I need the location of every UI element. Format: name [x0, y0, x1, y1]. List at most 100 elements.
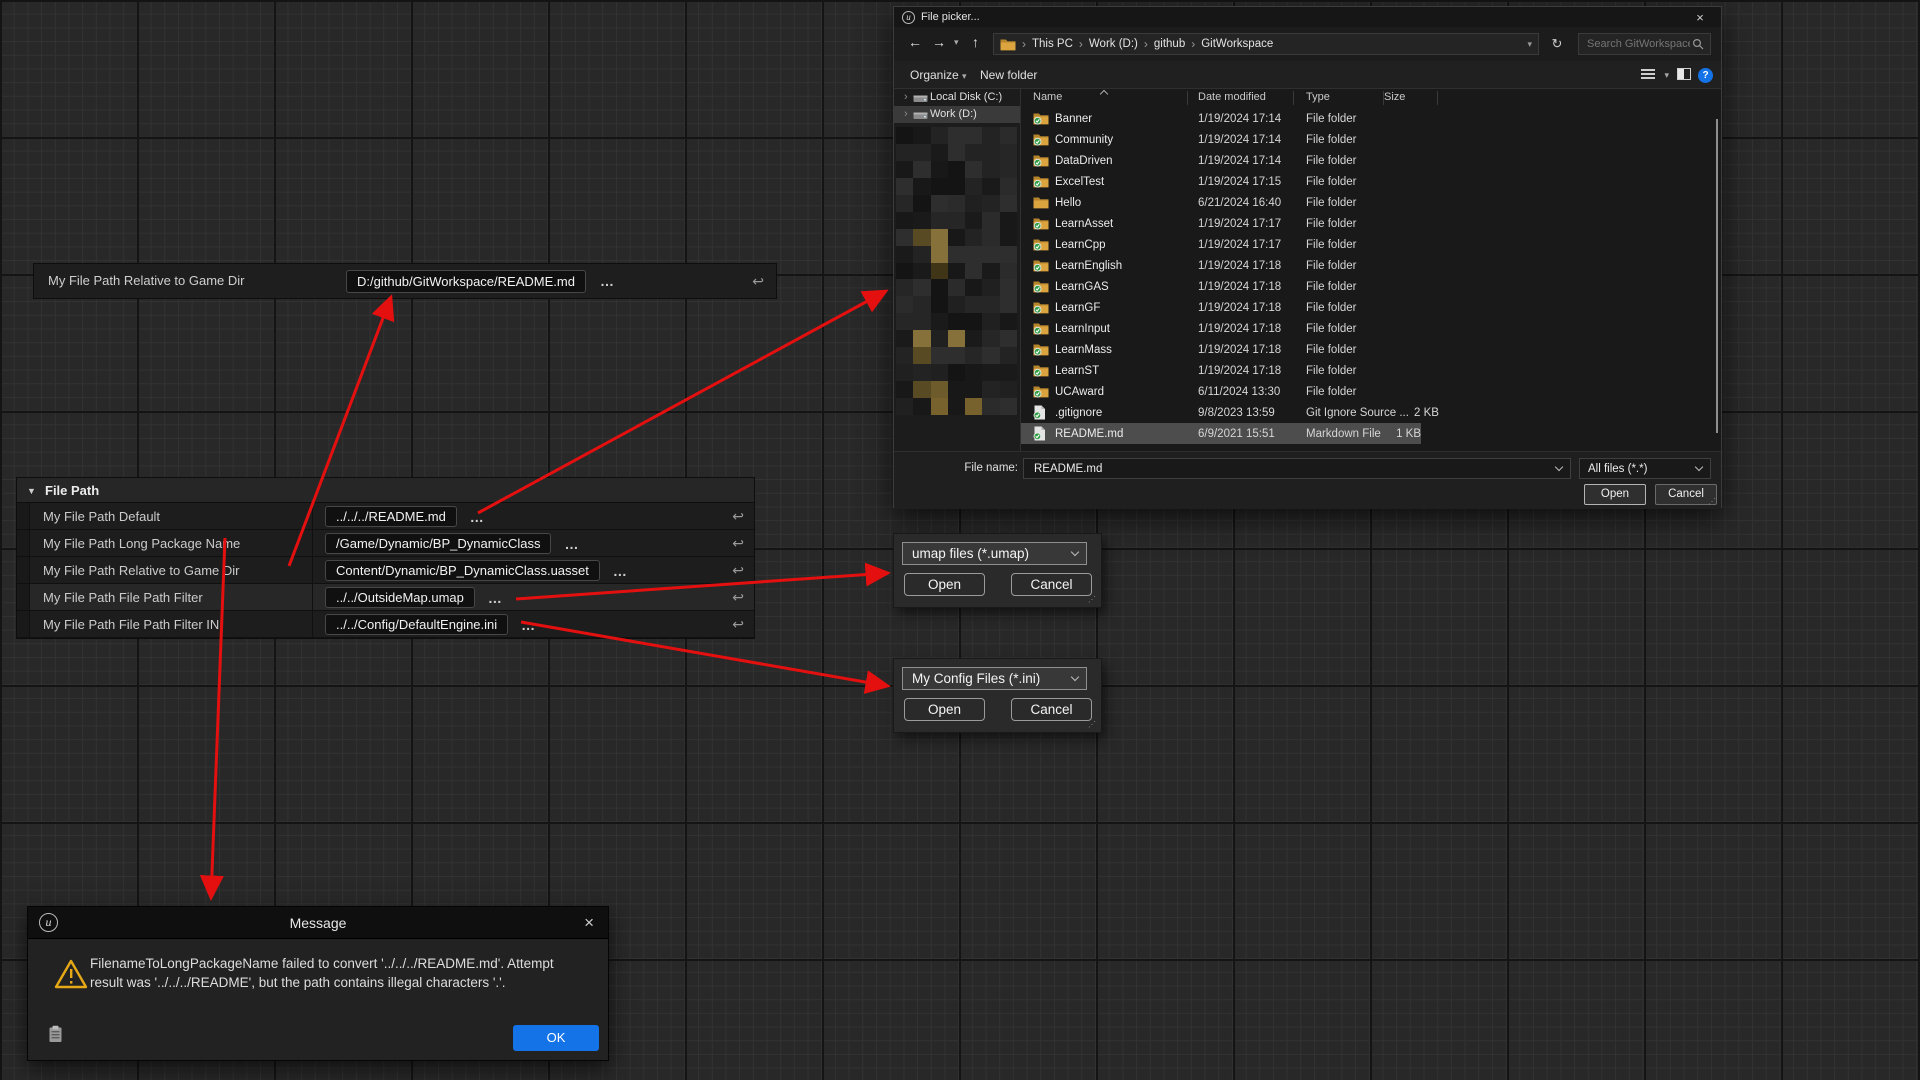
file-type-filter-dropdown[interactable]: umap files (*.umap)	[902, 542, 1087, 565]
property-value-field[interactable]: ../../Config/DefaultEngine.ini	[325, 614, 508, 635]
column-header-name[interactable]: Name	[1033, 91, 1062, 103]
property-row[interactable]: My File Path Relative to Game DirContent…	[17, 557, 754, 584]
scrollbar[interactable]	[1716, 119, 1718, 433]
column-divider[interactable]	[1187, 91, 1188, 105]
close-icon[interactable]: ×	[1687, 10, 1713, 25]
resize-grip-icon[interactable]: ⋰	[1088, 595, 1098, 605]
search-input[interactable]	[1585, 37, 1692, 51]
property-value-field[interactable]: ../../OutsideMap.umap	[325, 587, 475, 608]
open-button[interactable]: Open	[904, 698, 985, 721]
property-value-field[interactable]: /Game/Dynamic/BP_DynamicClass	[325, 533, 551, 554]
up-icon[interactable]: ↑	[972, 34, 979, 50]
reset-to-default-icon[interactable]: ↩	[752, 264, 764, 298]
file-row[interactable]: LearnAsset1/19/2024 17:17File folder	[1021, 213, 1421, 234]
file-row[interactable]: Banner1/19/2024 17:14File folder	[1021, 108, 1421, 129]
help-icon[interactable]: ?	[1698, 67, 1713, 83]
file-row[interactable]: .gitignore9/8/2023 13:59Git Ignore Sourc…	[1021, 402, 1421, 423]
breadcrumb-item[interactable]: This PC	[1032, 38, 1073, 50]
search-box[interactable]	[1578, 33, 1711, 55]
file-type-filter-combo[interactable]: All files (*.*)	[1579, 458, 1711, 479]
property-value-field[interactable]: Content/Dynamic/BP_DynamicClass.uasset	[325, 560, 600, 581]
property-row[interactable]: My File Path Long Package Name/Game/Dyna…	[17, 530, 754, 557]
property-row[interactable]: My File Path Default../../../README.md…↩	[17, 503, 754, 530]
file-picker-titlebar[interactable]: u File picker... ×	[894, 7, 1721, 27]
message-titlebar[interactable]: u Message ×	[28, 907, 608, 939]
file-row[interactable]: LearnInput1/19/2024 17:18File folder	[1021, 318, 1421, 339]
property-row-floating[interactable]: My File Path Relative to Game Dir D:/git…	[33, 263, 777, 299]
expander-icon[interactable]: ▼	[27, 478, 36, 504]
back-icon[interactable]: ←	[908, 34, 922, 50]
column-header-date[interactable]: Date modified	[1198, 91, 1266, 103]
organize-menu[interactable]: Organize ▾	[910, 61, 967, 90]
browse-ellipsis-button[interactable]: …	[521, 617, 536, 633]
folder-icon	[1033, 196, 1049, 209]
cancel-button[interactable]: Cancel	[1011, 573, 1092, 596]
file-row[interactable]: LearnGF1/19/2024 17:18File folder	[1021, 297, 1421, 318]
property-row[interactable]: My File Path File Path Filter INI../../C…	[17, 611, 754, 638]
reset-to-default-icon[interactable]: ↩	[732, 557, 744, 584]
tree-expand-icon[interactable]: ›	[904, 106, 908, 123]
property-value-field[interactable]: ../../../README.md	[325, 506, 457, 527]
file-date: 1/19/2024 17:15	[1198, 176, 1306, 188]
category-header-file-path[interactable]: ▼ File Path	[17, 477, 754, 503]
forward-icon[interactable]: →	[932, 34, 946, 50]
browse-ellipsis-button[interactable]: …	[488, 590, 503, 606]
column-header-type[interactable]: Type	[1306, 91, 1330, 103]
browse-ellipsis-button[interactable]: …	[470, 509, 485, 525]
breadcrumb[interactable]: ›This PC›Work (D:)›github›GitWorkspace▾	[993, 33, 1539, 55]
property-value-field[interactable]: D:/github/GitWorkspace/README.md	[346, 270, 586, 293]
browse-ellipsis-button[interactable]: …	[600, 273, 615, 289]
folder-tree-sidebar[interactable]: ›Local Disk (C:)›Work (D:)	[894, 89, 1021, 457]
breadcrumb-item[interactable]: GitWorkspace	[1201, 38, 1273, 50]
file-row[interactable]: LearnMass1/19/2024 17:18File folder	[1021, 339, 1421, 360]
resize-grip-icon[interactable]: ⋰	[1708, 497, 1718, 507]
column-header-size[interactable]: Size	[1384, 91, 1405, 103]
sidebar-item-drive[interactable]: ›Work (D:)	[894, 106, 1020, 123]
reset-to-default-icon[interactable]: ↩	[732, 611, 744, 638]
file-row[interactable]: UCAward6/11/2024 13:30File folder	[1021, 381, 1421, 402]
copy-to-clipboard-icon[interactable]	[48, 1025, 63, 1043]
view-details-icon[interactable]	[1641, 68, 1655, 83]
blueprint-graph-canvas[interactable]: My File Path Relative to Game Dir D:/git…	[0, 0, 1920, 1080]
tree-expand-icon[interactable]: ›	[904, 89, 908, 106]
file-row[interactable]: ExcelTest1/19/2024 17:15File folder	[1021, 171, 1421, 192]
cancel-button[interactable]: Cancel	[1011, 698, 1092, 721]
resize-grip-icon[interactable]: ⋰	[1088, 720, 1098, 730]
browse-ellipsis-button[interactable]: …	[564, 536, 579, 552]
message-title: Message	[28, 907, 608, 939]
ok-button[interactable]: OK	[513, 1025, 599, 1051]
close-icon[interactable]: ×	[584, 907, 594, 939]
file-row[interactable]: LearnEnglish1/19/2024 17:18File folder	[1021, 255, 1421, 276]
chevron-down-icon[interactable]: ▾	[1527, 39, 1532, 50]
column-divider[interactable]	[1437, 91, 1438, 105]
file-row[interactable]: DataDriven1/19/2024 17:14File folder	[1021, 150, 1421, 171]
file-row[interactable]: Hello6/21/2024 16:40File folder	[1021, 192, 1421, 213]
sidebar-item-drive[interactable]: ›Local Disk (C:)	[894, 89, 1020, 106]
open-button[interactable]: Open	[904, 573, 985, 596]
reset-to-default-icon[interactable]: ↩	[732, 530, 744, 557]
refresh-icon[interactable]: ↻	[1546, 33, 1568, 55]
file-row[interactable]: LearnST1/19/2024 17:18File folder	[1021, 360, 1421, 381]
file-name-combo[interactable]	[1023, 458, 1571, 479]
file-name-input[interactable]	[1032, 462, 1548, 476]
breadcrumb-item[interactable]: Work (D:)	[1089, 38, 1138, 50]
breadcrumb-item[interactable]: github	[1154, 38, 1185, 50]
preview-pane-icon[interactable]	[1677, 68, 1691, 83]
reset-to-default-icon[interactable]: ↩	[732, 503, 744, 530]
open-button[interactable]: Open	[1584, 484, 1646, 505]
column-divider[interactable]	[1383, 91, 1384, 105]
file-row[interactable]: LearnCpp1/19/2024 17:17File folder	[1021, 234, 1421, 255]
history-chevron-icon[interactable]: ▾	[954, 37, 959, 48]
chevron-down-icon	[1555, 462, 1563, 470]
file-row[interactable]: README.md6/9/2021 15:51Markdown File1 KB	[1021, 423, 1421, 444]
file-name: LearnAsset	[1055, 218, 1198, 230]
property-row[interactable]: My File Path File Path Filter../../Outsi…	[17, 584, 754, 611]
new-folder-button[interactable]: New folder	[980, 61, 1037, 89]
reset-to-default-icon[interactable]: ↩	[732, 584, 744, 611]
file-row[interactable]: LearnGAS1/19/2024 17:18File folder	[1021, 276, 1421, 297]
browse-ellipsis-button[interactable]: …	[613, 563, 628, 579]
file-row[interactable]: Community1/19/2024 17:14File folder	[1021, 129, 1421, 150]
column-divider[interactable]	[1293, 91, 1294, 105]
view-options-chevron-icon[interactable]: ▾	[1664, 61, 1669, 89]
file-type-filter-dropdown[interactable]: My Config Files (*.ini)	[902, 667, 1087, 690]
